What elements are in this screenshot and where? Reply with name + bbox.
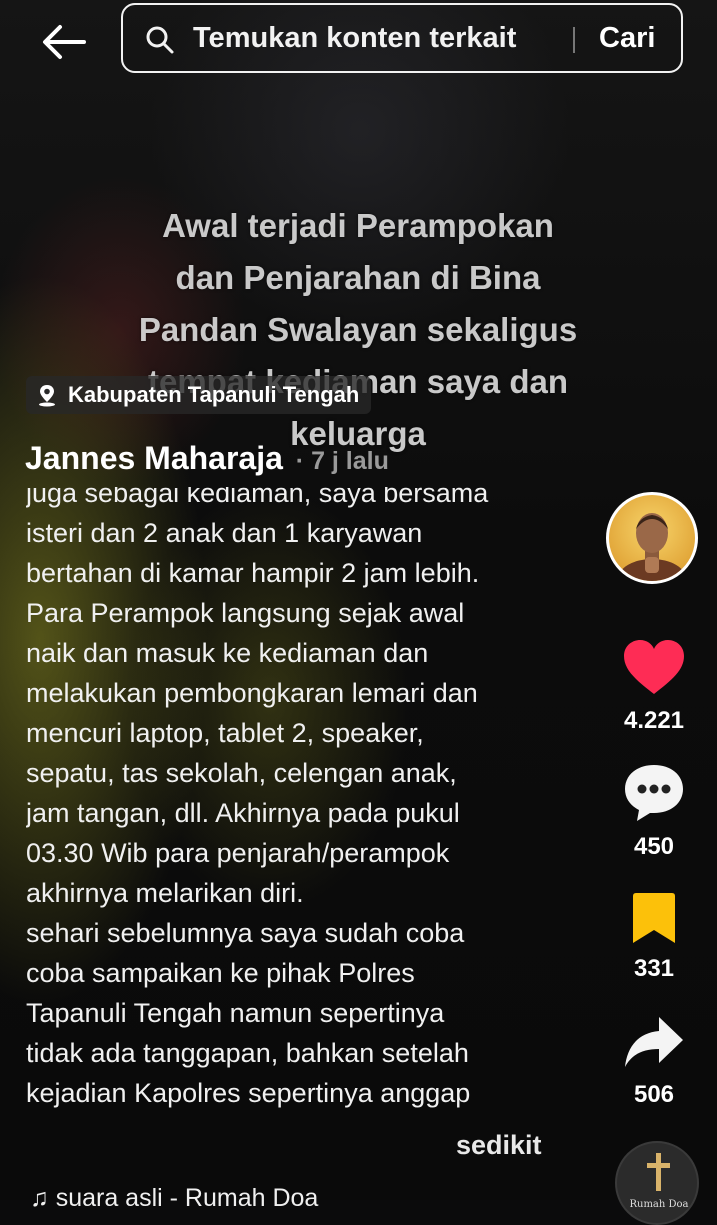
- description-line: sepatu, tas sekolah, celengan anak,: [26, 758, 457, 788]
- comment-action[interactable]: 450: [604, 762, 704, 861]
- description-line: sehari sebelumnya saya sudah coba: [26, 918, 465, 948]
- like-action[interactable]: 4.221: [604, 638, 704, 735]
- video-caption-overlay: Awal terjadi Perampokan dan Penjarahan d…: [108, 200, 608, 460]
- location-pin-icon: [36, 383, 58, 407]
- save-action[interactable]: 331: [604, 892, 704, 983]
- show-less-button[interactable]: sedikit: [456, 1130, 542, 1161]
- author-line[interactable]: Jannes Maharaja · 7 j lalu: [25, 440, 389, 477]
- search-divider: [573, 27, 575, 53]
- bookmark-icon[interactable]: [630, 893, 678, 950]
- description-line: naik dan masuk ke kediaman dan: [26, 638, 429, 668]
- search-icon: [145, 25, 175, 55]
- description-line: juga sebagai kediaman, saya bersama: [26, 487, 489, 508]
- description-line: mencuri laptop, tablet 2, speaker,: [26, 718, 424, 748]
- overlay-line: Pandan Swalayan sekaligus: [138, 311, 578, 348]
- location-chip[interactable]: Kabupaten Tapanuli Tengah: [26, 376, 372, 414]
- comment-count: 450: [633, 833, 675, 860]
- description-line: bertahan di kamar hampir 2 jam lebih.: [26, 558, 480, 588]
- author-name[interactable]: Jannes Maharaja: [25, 440, 283, 476]
- search-button[interactable]: Cari: [599, 22, 655, 55]
- share-arrow-icon[interactable]: [623, 1017, 685, 1076]
- author-avatar[interactable]: [606, 492, 698, 584]
- save-count: 331: [633, 955, 675, 982]
- search-input[interactable]: Temukan konten terkait: [193, 22, 516, 55]
- music-label[interactable]: ♫ suara asli - Rumah Doa: [30, 1184, 318, 1213]
- description-line: tidak ada tanggapan, bahkan setelah: [26, 1038, 469, 1068]
- heart-icon[interactable]: [622, 640, 686, 702]
- overlay-line: Awal terjadi Perampokan: [162, 207, 554, 244]
- search-bar[interactable]: Temukan konten terkait Cari: [121, 3, 683, 73]
- description-line: Para Perampok langsung sejak awal: [26, 598, 465, 628]
- disc-label: Rumah Doa: [629, 1199, 689, 1210]
- music-disc[interactable]: Rumah Doa: [615, 1141, 699, 1225]
- description-line: kejadian Kapolres sepertinya anggap: [26, 1078, 471, 1108]
- back-arrow-icon[interactable]: [40, 22, 88, 62]
- description-line: akhirnya melarikan diri.: [26, 878, 304, 908]
- description-line: melakukan pembongkaran lemari dan: [26, 678, 478, 708]
- description-line: coba sampaikan ke pihak Polres: [26, 958, 415, 988]
- overlay-line: dan Penjarahan di Bina: [175, 259, 541, 296]
- description-line: 03.30 Wib para penjarah/perampok: [26, 838, 450, 868]
- post-description[interactable]: juga sebagai kediaman, saya bersama iste…: [26, 487, 586, 1131]
- description-line: isteri dan 2 anak dan 1 karyawan: [26, 518, 423, 548]
- like-count: 4.221: [623, 707, 685, 734]
- share-count: 506: [633, 1081, 675, 1108]
- location-label: Kabupaten Tapanuli Tengah: [68, 382, 360, 407]
- comment-icon[interactable]: [622, 765, 686, 828]
- post-time: · 7 j lalu: [295, 447, 389, 475]
- description-line: Tapanuli Tengah namun sepertinya: [26, 998, 445, 1028]
- description-line: jam tangan, dll. Akhirnya pada pukul: [26, 798, 460, 828]
- share-action[interactable]: 506: [604, 1014, 704, 1109]
